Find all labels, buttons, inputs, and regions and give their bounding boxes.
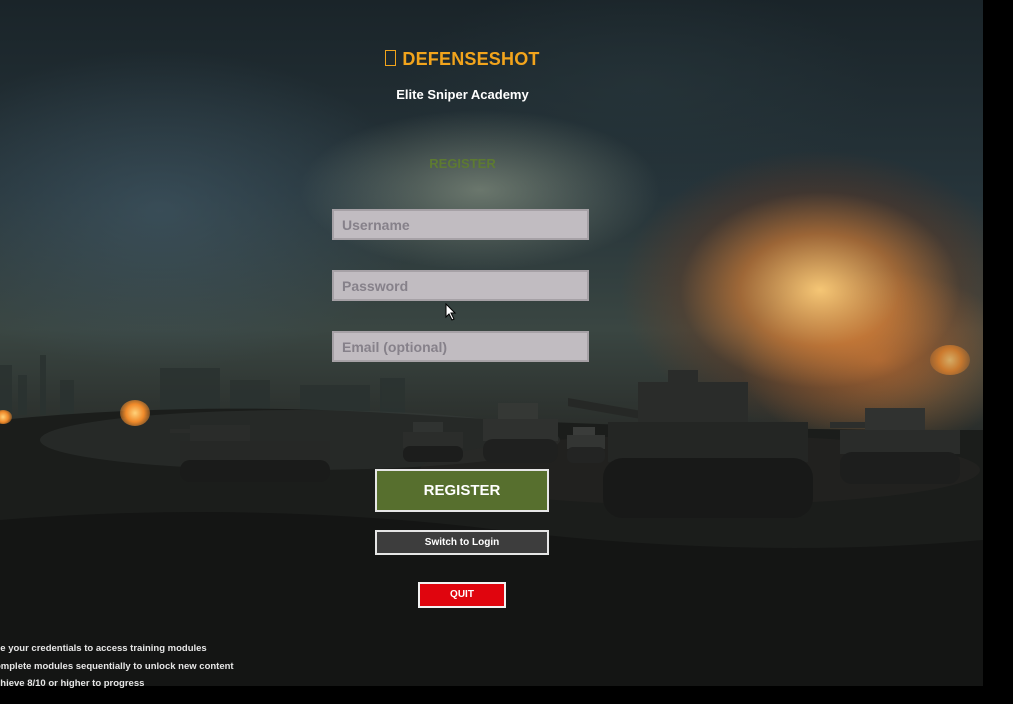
tank-center <box>483 403 558 463</box>
tank-left <box>170 425 330 482</box>
tip-item: omplete modules sequentially to unlock n… <box>0 660 234 672</box>
quit-button[interactable]: QUIT <box>418 582 506 608</box>
app-subtitle: Elite Sniper Academy <box>396 87 529 102</box>
tip-item: se your credentials to access training m… <box>0 643 207 654</box>
tips-list: se your credentials to access training m… <box>0 640 234 693</box>
password-input[interactable] <box>332 270 589 301</box>
game-window: DEFENSESHOT Elite Sniper Academy REGISTE… <box>0 0 1013 704</box>
email-input[interactable] <box>332 331 589 362</box>
username-input[interactable] <box>332 209 589 240</box>
shield-icon <box>385 50 397 66</box>
explosion-glow <box>120 400 150 426</box>
tank-front <box>568 370 813 518</box>
tank-mid-left <box>403 422 463 462</box>
mouse-pointer-icon <box>445 303 457 321</box>
switch-to-login-button[interactable]: Switch to Login <box>375 530 549 555</box>
app-title-text: DEFENSESHOT <box>402 49 540 69</box>
explosion-glow <box>930 345 970 375</box>
tip-item: chieve 8/10 or higher to progress <box>0 678 145 689</box>
tank-right <box>830 408 960 484</box>
register-button[interactable]: REGISTER <box>375 469 549 512</box>
app-title: DEFENSESHOT <box>0 49 925 70</box>
window-edge <box>983 0 1013 704</box>
form-mode-label: REGISTER <box>429 156 496 171</box>
